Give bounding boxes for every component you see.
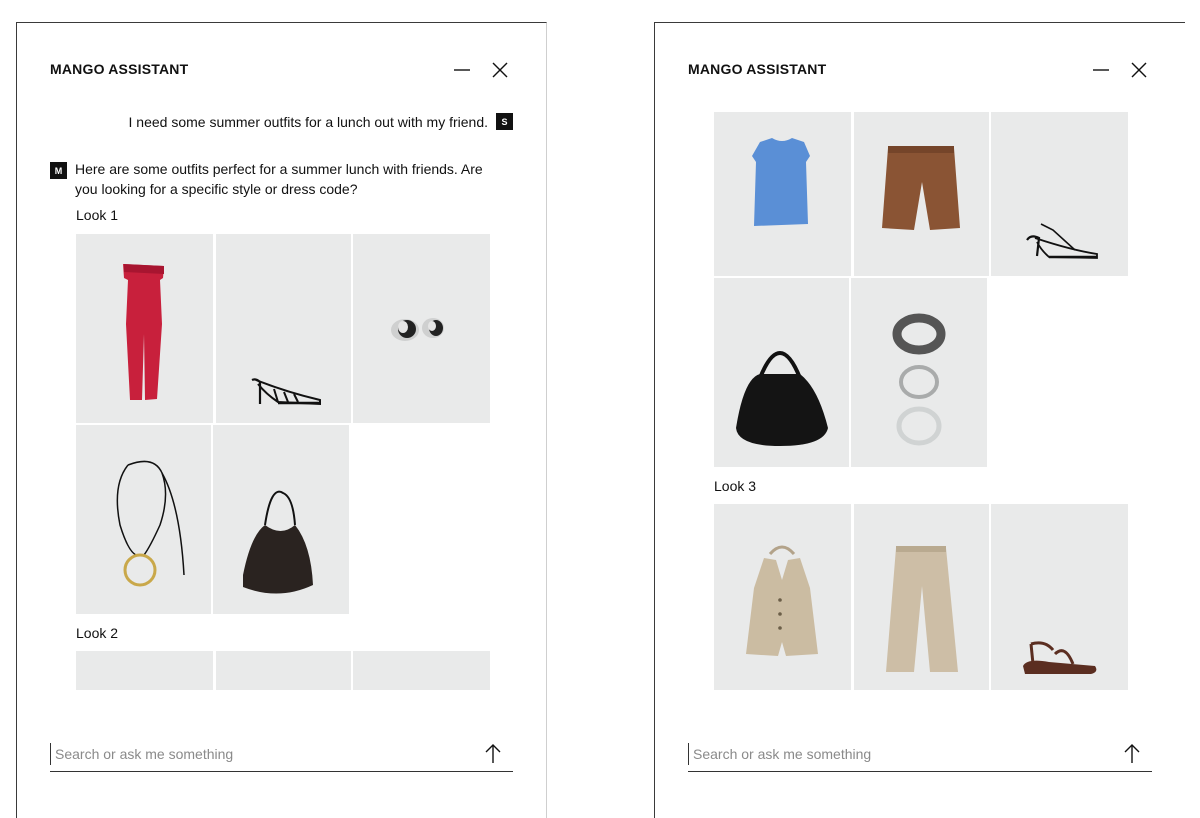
look-3-label: Look 3 <box>714 478 757 494</box>
product-silver-earrings[interactable] <box>353 234 490 423</box>
flat-sandal-icon <box>1023 641 1097 674</box>
product-blue-sleeveless-top-preview[interactable] <box>76 651 213 690</box>
panel-title: MANGO ASSISTANT <box>50 61 189 77</box>
product-brown-shorts-preview[interactable] <box>216 651 351 690</box>
product-beige-wide-trousers[interactable] <box>854 504 989 690</box>
product-brown-shorts[interactable] <box>854 112 989 276</box>
shoulder-bag-icon <box>243 490 313 594</box>
product-blue-sleeveless-top[interactable] <box>714 112 851 276</box>
close-icon[interactable] <box>1128 59 1150 81</box>
necklace-icon <box>116 460 185 587</box>
assistant-panel-left: MANGO ASSISTANT I need some summer outfi… <box>16 22 547 818</box>
product-black-shoulder-bag[interactable] <box>213 425 349 614</box>
waistcoat-icon <box>746 545 818 656</box>
assistant-message: M Here are some outfits perfect for a su… <box>50 159 490 199</box>
panel-header: MANGO ASSISTANT <box>688 59 1152 83</box>
product-strappy-kitten-heel-preview[interactable] <box>353 651 490 690</box>
user-message: I need some summer outfits for a lunch o… <box>128 113 513 130</box>
product-strappy-kitten-heel[interactable] <box>991 112 1128 276</box>
search-input[interactable] <box>50 743 455 765</box>
search-bar <box>688 739 1152 772</box>
trousers-icon <box>886 546 958 672</box>
product-brown-flat-sandal[interactable] <box>991 504 1128 690</box>
search-input[interactable] <box>688 743 1093 765</box>
close-icon[interactable] <box>489 59 511 81</box>
shorts-icon <box>882 146 960 230</box>
arrow-up-icon[interactable] <box>483 741 503 765</box>
bangles-icon <box>892 313 946 446</box>
product-red-jumpsuit[interactable] <box>76 234 213 423</box>
product-cord-pendant-necklace[interactable] <box>76 425 211 614</box>
minimize-icon[interactable] <box>451 59 473 81</box>
panel-header: MANGO ASSISTANT <box>50 59 513 83</box>
assistant-panel-right: MANGO ASSISTANT Look 3 Search or ask me … <box>654 22 1185 818</box>
user-avatar: S <box>496 113 513 130</box>
minimize-icon[interactable] <box>1090 59 1112 81</box>
panel-title: MANGO ASSISTANT <box>688 61 827 77</box>
user-message-text: I need some summer outfits for a lunch o… <box>128 113 489 130</box>
product-beige-halter-waistcoat[interactable] <box>714 504 851 690</box>
assistant-avatar: M <box>50 162 67 179</box>
look-2-label: Look 2 <box>76 625 119 641</box>
sleeveless-top-icon <box>752 138 810 226</box>
assistant-message-text: Here are some outfits perfect for a summ… <box>75 161 483 197</box>
look-1-label: Look 1 <box>76 207 119 223</box>
product-black-woven-bag[interactable] <box>714 278 849 467</box>
product-strappy-heel-sandal[interactable] <box>216 234 351 423</box>
search-bar <box>50 739 513 772</box>
heel-sandal-icon <box>251 378 321 406</box>
kitten-heel-icon <box>1026 223 1098 259</box>
product-bangle-set[interactable] <box>851 278 987 467</box>
red-jumpsuit-icon <box>123 264 164 400</box>
arrow-up-icon[interactable] <box>1122 741 1142 765</box>
woven-bag-icon <box>736 351 828 446</box>
earrings-icon <box>391 318 444 341</box>
